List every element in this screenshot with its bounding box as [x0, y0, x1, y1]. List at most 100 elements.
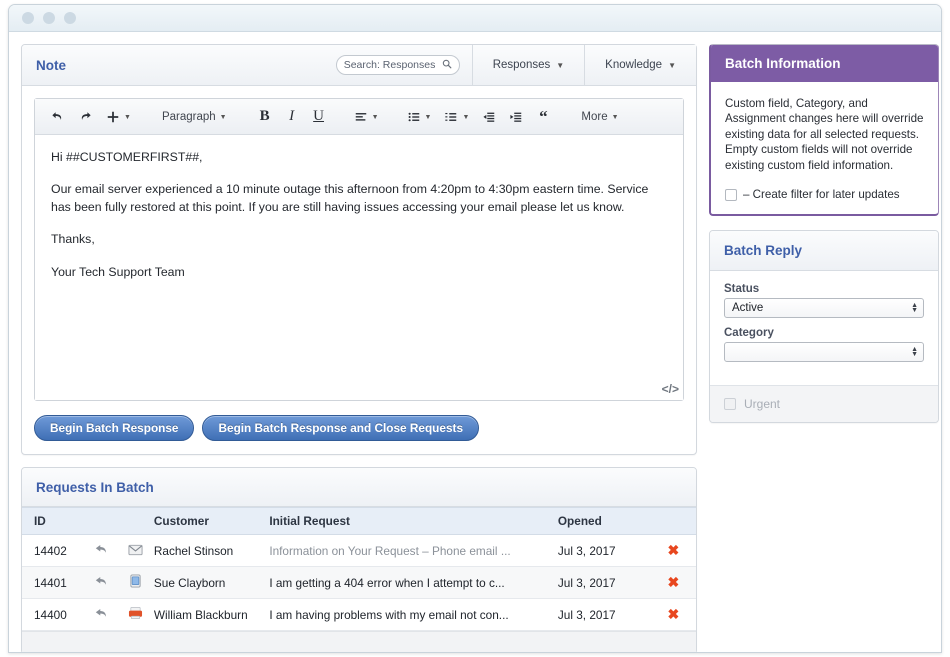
search-icon — [442, 59, 452, 72]
requests-panel-header: Requests In Batch — [22, 468, 696, 507]
knowledge-dropdown[interactable]: Knowledge ▼ — [584, 45, 696, 85]
table-row[interactable]: 14402 Rachel Stinson Information on Your… — [22, 534, 696, 567]
urgent-checkbox-row[interactable]: Urgent — [710, 385, 938, 423]
toolbar-separator — [387, 104, 399, 130]
bold-button[interactable]: B — [253, 104, 277, 130]
chevron-down-icon: ▼ — [371, 114, 379, 121]
envelope-icon[interactable] — [116, 534, 154, 567]
column-header-id[interactable]: ID — [22, 507, 86, 535]
close-icon: ✖ — [667, 606, 680, 622]
close-icon: ✖ — [667, 542, 680, 558]
bulleted-list-button[interactable]: ▼ — [402, 104, 437, 130]
table-header-row: ID Customer Initial Request Opened — [22, 507, 696, 535]
message-paragraph: Our email server experienced a 10 minute… — [51, 182, 649, 214]
create-filter-checkbox[interactable] — [725, 188, 737, 201]
delete-row-button[interactable]: ✖ — [650, 566, 696, 599]
responses-dropdown[interactable]: Responses ▼ — [471, 45, 585, 85]
blockquote-button[interactable]: “ — [531, 104, 555, 130]
close-button[interactable] — [22, 12, 34, 24]
undo-button[interactable] — [45, 104, 70, 130]
requests-in-batch-panel: Requests In Batch ID Customer Initial Re… — [21, 467, 697, 652]
app-window: Note Search: Responses Responses ▼ Knowl… — [8, 4, 942, 653]
redo-button[interactable] — [73, 104, 98, 130]
paragraph-style-label: Paragraph — [161, 110, 216, 123]
align-button[interactable]: ▼ — [349, 104, 384, 130]
insert-button[interactable]: ▼ — [101, 104, 136, 130]
window-titlebar — [9, 5, 941, 32]
editor-container: ▼ Paragraph ▼ B I U ▼ ▼ ▼ “ More ▼ Hi ##… — [22, 86, 696, 401]
chevron-down-icon: ▼ — [462, 114, 470, 121]
begin-batch-response-and-close-button[interactable]: Begin Batch Response and Close Requests — [202, 415, 479, 441]
row-initial-request: I am having problems with my email not c… — [269, 598, 558, 631]
left-column: Note Search: Responses Responses ▼ Knowl… — [21, 44, 697, 652]
batch-information-panel: Batch Information Custom field, Category… — [709, 44, 939, 217]
chevron-down-icon: ▼ — [424, 114, 432, 121]
editor-toolbar: ▼ Paragraph ▼ B I U ▼ ▼ ▼ “ More ▼ — [35, 99, 683, 135]
row-customer: Sue Clayborn — [153, 566, 270, 599]
column-header-opened[interactable]: Opened — [557, 507, 651, 535]
search-wrapper: Search: Responses — [324, 45, 472, 85]
message-closing: Thanks, — [51, 232, 95, 247]
row-opened: Jul 3, 2017 — [557, 566, 651, 599]
row-opened: Jul 3, 2017 — [557, 598, 651, 631]
table-row[interactable]: 14401 Sue Clayborn I am getting a 404 er… — [22, 566, 696, 599]
note-header-controls: Search: Responses Responses ▼ Knowledge … — [324, 45, 696, 85]
batch-information-body: Custom field, Category, and Assignment c… — [711, 82, 938, 214]
reply-arrow-icon[interactable] — [85, 566, 117, 599]
row-customer: Rachel Stinson — [153, 534, 270, 567]
mobile-phone-icon[interactable] — [116, 566, 154, 599]
stepper-arrows-icon: ▲ ▼ — [911, 346, 918, 359]
zoom-button[interactable] — [64, 12, 76, 24]
right-column: Batch Information Custom field, Category… — [709, 44, 939, 424]
more-dropdown[interactable]: More ▼ — [573, 104, 626, 130]
reply-arrow-icon[interactable] — [85, 534, 117, 567]
column-header-delete — [650, 507, 696, 535]
column-header-initial-request[interactable]: Initial Request — [269, 507, 558, 535]
requests-table-body: 14402 Rachel Stinson Information on Your… — [22, 534, 696, 631]
requests-table-head: ID Customer Initial Request Opened — [22, 507, 696, 535]
chevron-down-icon: ▼ — [611, 114, 619, 121]
urgent-label: Urgent — [744, 397, 781, 412]
toolbar-separator — [139, 104, 151, 130]
batch-information-description: Custom field, Category, and Assignment c… — [725, 97, 924, 172]
urgent-checkbox[interactable] — [724, 398, 736, 411]
paragraph-style-dropdown[interactable]: Paragraph ▼ — [154, 104, 235, 130]
begin-batch-response-button[interactable]: Begin Batch Response — [34, 415, 195, 441]
code-view-icon[interactable]: </> — [662, 381, 679, 398]
column-header-customer[interactable]: Customer — [153, 507, 270, 535]
underline-button[interactable]: U — [307, 104, 331, 130]
search-input[interactable]: Search: Responses — [335, 55, 460, 75]
create-filter-checkbox-row[interactable]: – Create filter for later updates — [725, 187, 926, 202]
stepper-arrows-icon: ▲ ▼ — [911, 302, 918, 315]
delete-row-button[interactable]: ✖ — [650, 534, 696, 567]
table-row[interactable]: 14400 William Blackburn I am having prob… — [22, 598, 696, 631]
reply-arrow-icon[interactable] — [85, 598, 117, 631]
more-dropdown-label: More — [581, 110, 608, 123]
rich-text-editor: ▼ Paragraph ▼ B I U ▼ ▼ ▼ “ More ▼ Hi ##… — [34, 98, 684, 401]
chevron-down-icon: ▼ — [219, 114, 227, 121]
batch-reply-body: Status Active ▲ ▼ Category ▲ ▼ — [710, 271, 938, 385]
column-header-channel — [116, 507, 154, 535]
responses-dropdown-label: Responses — [492, 59, 551, 71]
category-label: Category — [724, 327, 774, 340]
delete-row-button[interactable]: ✖ — [650, 598, 696, 631]
toolbar-separator — [334, 104, 346, 130]
window-content: Note Search: Responses Responses ▼ Knowl… — [9, 32, 941, 652]
indent-button[interactable] — [504, 104, 528, 130]
editor-body[interactable]: Hi ##CUSTOMERFIRST##, Our email server e… — [35, 135, 683, 400]
minimize-button[interactable] — [43, 12, 55, 24]
category-select[interactable]: ▲ ▼ — [724, 342, 924, 363]
editor-action-buttons: Begin Batch Response Begin Batch Respons… — [22, 401, 696, 454]
outdent-button[interactable] — [477, 104, 501, 130]
requests-table-footer — [22, 631, 696, 652]
row-id: 14402 — [22, 534, 86, 567]
fax-icon[interactable] — [116, 598, 154, 631]
app-root: Note Search: Responses Responses ▼ Knowl… — [0, 0, 950, 657]
requests-panel-title: Requests In Batch — [36, 479, 154, 495]
numbered-list-button[interactable]: ▼ — [439, 104, 474, 130]
row-initial-request: Information on Your Request – Phone emai… — [269, 534, 558, 567]
italic-button[interactable]: I — [280, 104, 304, 130]
note-panel-header: Note Search: Responses Responses ▼ Knowl… — [22, 45, 696, 86]
status-select[interactable]: Active ▲ ▼ — [724, 298, 924, 319]
message-signature: Your Tech Support Team — [51, 264, 185, 279]
